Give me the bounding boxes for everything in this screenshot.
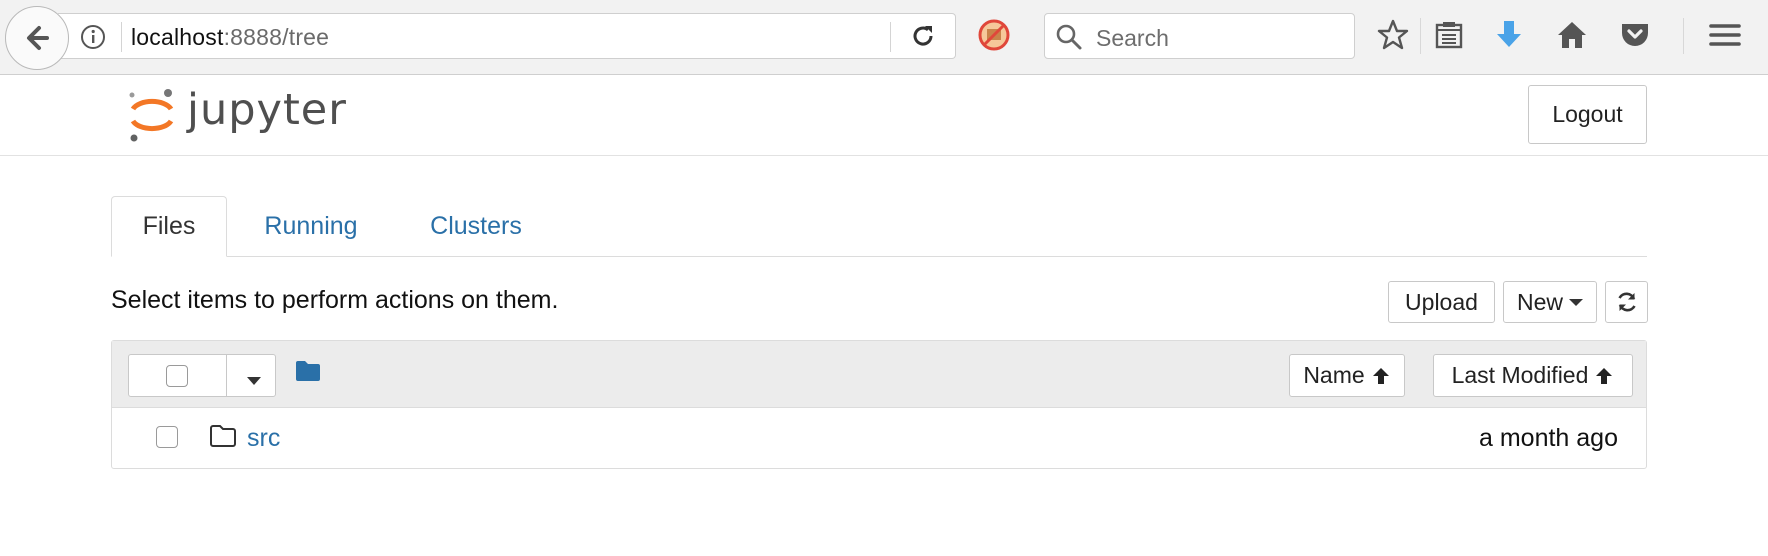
sort-name-button[interactable]: Name: [1289, 354, 1405, 397]
list-item[interactable]: src a month ago: [112, 407, 1646, 468]
select-all-dropdown[interactable]: [128, 354, 276, 397]
upload-button[interactable]: Upload: [1388, 281, 1495, 323]
search-input[interactable]: Search: [1044, 13, 1355, 59]
folder-outline-icon: [209, 424, 237, 453]
pocket-icon[interactable]: [1618, 18, 1652, 57]
bookmark-star-icon[interactable]: [1376, 18, 1410, 57]
toolbar-separator: [1420, 18, 1421, 54]
sort-modified-label: Last Modified: [1451, 362, 1589, 388]
browser-toolbar: localhost:8888/tree Search: [0, 0, 1768, 75]
new-button-label: New: [1516, 288, 1563, 315]
menu-hamburger-icon[interactable]: [1708, 18, 1742, 57]
jupyter-wordmark[interactable]: jupyter: [187, 85, 347, 135]
info-icon[interactable]: [80, 24, 106, 55]
select-all-checkbox[interactable]: [166, 365, 188, 387]
reading-list-icon[interactable]: [1432, 18, 1466, 57]
back-button[interactable]: [5, 6, 69, 70]
search-placeholder: Search: [1096, 25, 1169, 51]
arrow-up-icon: [1372, 367, 1389, 384]
chevron-down-icon: [1569, 298, 1583, 306]
tab-running[interactable]: Running: [240, 196, 382, 256]
file-list-header: Name Last Modified: [112, 341, 1646, 408]
toolbar-separator: [1683, 18, 1684, 54]
tab-files[interactable]: Files: [111, 196, 227, 257]
jupyter-header: jupyter Logout: [0, 75, 1768, 156]
sort-modified-button[interactable]: Last Modified: [1433, 354, 1633, 397]
tab-clusters[interactable]: Clusters: [412, 196, 540, 256]
search-icon: [1055, 23, 1083, 56]
url-separator: [890, 22, 891, 52]
url-text[interactable]: localhost:8888/tree: [131, 24, 329, 51]
file-name-link[interactable]: src: [247, 424, 280, 453]
url-path: :8888/tree: [223, 24, 330, 50]
refresh-icon: [1617, 292, 1636, 312]
chevron-down-icon[interactable]: [246, 373, 262, 391]
folder-icon[interactable]: [295, 360, 321, 387]
address-bar[interactable]: localhost:8888/tree: [58, 13, 956, 59]
refresh-button[interactable]: [1605, 281, 1648, 323]
new-button[interactable]: New: [1503, 281, 1597, 323]
file-list: Name Last Modified src a month ago: [111, 340, 1647, 469]
sort-name-label: Name: [1303, 362, 1365, 388]
tabs-underline: [111, 256, 1647, 257]
home-icon[interactable]: [1555, 18, 1589, 57]
jupyter-logo-icon[interactable]: [127, 87, 177, 150]
url-host: localhost: [131, 24, 224, 50]
logout-button[interactable]: Logout: [1528, 85, 1647, 144]
select-hint-text: Select items to perform actions on them.: [111, 286, 559, 314]
back-arrow-icon: [27, 26, 49, 50]
file-modified-time: a month ago: [1479, 424, 1618, 452]
download-icon[interactable]: [1492, 18, 1526, 57]
select-divider: [226, 355, 227, 396]
row-checkbox[interactable]: [156, 426, 178, 448]
arrow-up-icon: [1596, 367, 1613, 384]
url-separator: [121, 22, 122, 52]
reload-icon[interactable]: [910, 23, 936, 54]
blocked-icon[interactable]: [977, 18, 1011, 57]
